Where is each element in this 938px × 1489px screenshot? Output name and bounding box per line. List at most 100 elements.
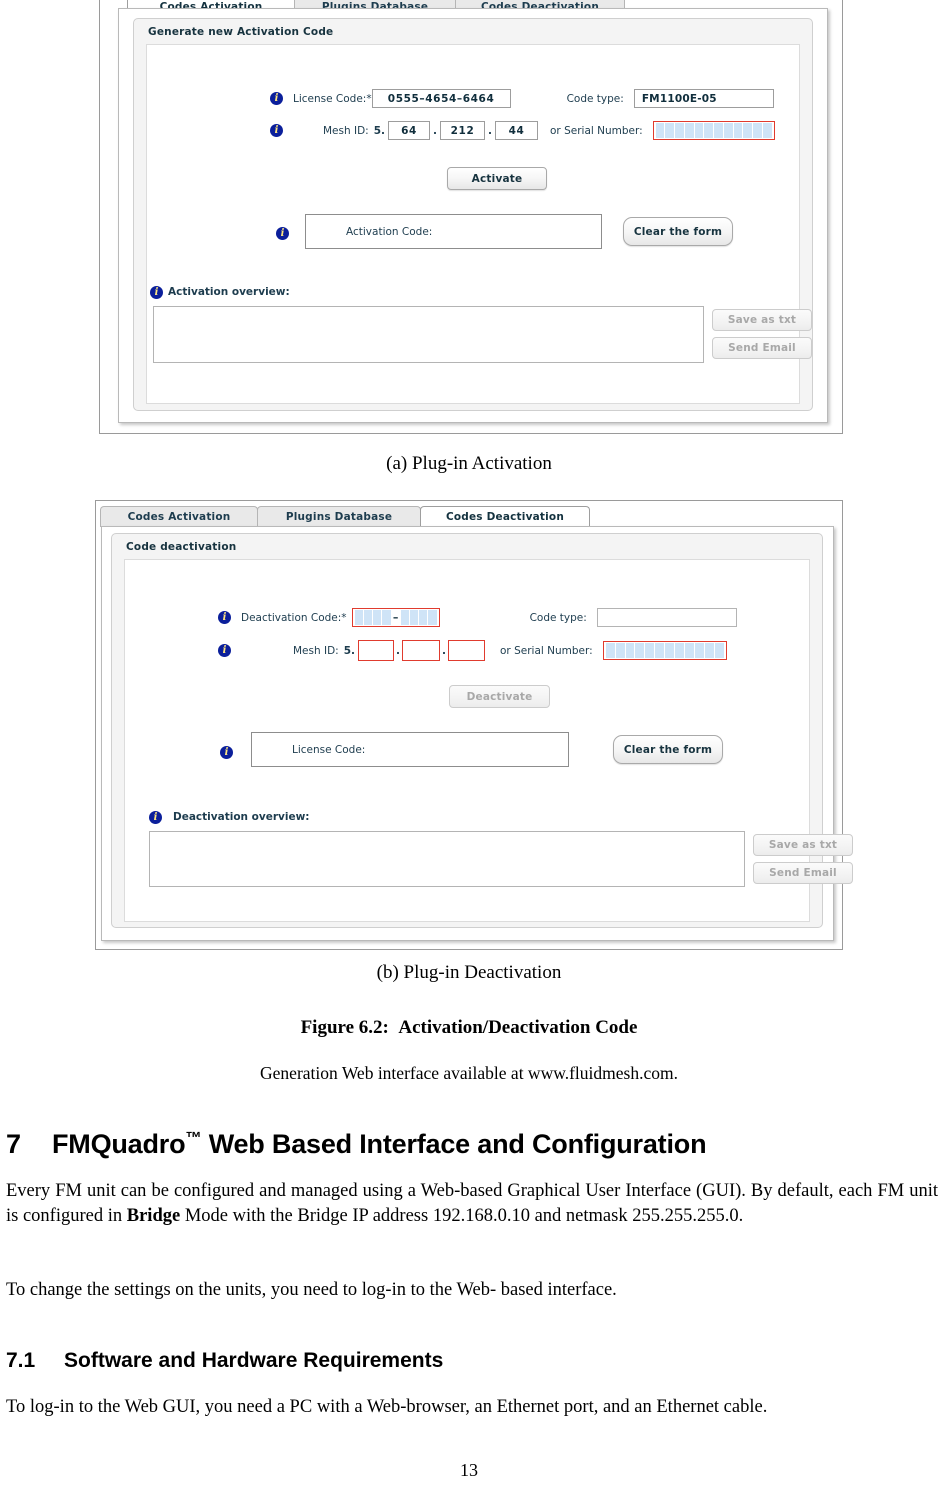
activation-panel-frame: Generate new Activation Code i License C… bbox=[118, 8, 828, 423]
mask-cell bbox=[665, 643, 675, 658]
activation-overview-textarea[interactable] bbox=[153, 306, 704, 363]
input-activation-code[interactable]: Activation Code: bbox=[305, 214, 602, 249]
tab-codes-activation[interactable]: Codes Activation bbox=[100, 506, 258, 527]
activate-button[interactable]: Activate bbox=[447, 167, 547, 190]
mask-cell bbox=[655, 123, 665, 138]
section-7-1-number: 7.1 bbox=[6, 1349, 36, 1372]
info-icon-activation-overview[interactable]: i bbox=[150, 286, 163, 299]
section-7-title-post: Web Based Interface and Configuration bbox=[201, 1129, 707, 1159]
mask-cell bbox=[354, 610, 363, 625]
section-7-number: 7 bbox=[6, 1129, 21, 1159]
screenshot-plugin-activation: Codes Activation Plugins Database Codes … bbox=[99, 0, 843, 434]
mesh-id-dot-2: . bbox=[442, 644, 446, 657]
label-mesh-id: Mesh ID: bbox=[293, 644, 339, 657]
input-mesh-id-octet4[interactable] bbox=[448, 640, 485, 661]
input-mesh-id-octet3[interactable]: 212 bbox=[440, 121, 485, 140]
mask-cell bbox=[733, 123, 743, 138]
mask-cell bbox=[400, 610, 409, 625]
info-icon-activation-code[interactable]: i bbox=[276, 227, 289, 240]
save-as-txt-button[interactable]: Save as txt bbox=[712, 309, 812, 331]
mask-cell bbox=[675, 123, 684, 138]
clear-the-form-button[interactable]: Clear the form bbox=[613, 735, 723, 764]
generate-activation-code-card: Generate new Activation Code i License C… bbox=[133, 18, 813, 411]
paragraph-1-bold-bridge: Bridge bbox=[126, 1206, 181, 1226]
info-icon-mesh-id[interactable]: i bbox=[270, 124, 283, 137]
mask-cell bbox=[409, 610, 419, 625]
mask-cell bbox=[419, 610, 428, 625]
label-mesh-id: Mesh ID: bbox=[323, 124, 369, 137]
figure-caption: Figure 6.2: Activation/Deactivation Code bbox=[0, 1017, 938, 1039]
trademark-symbol: ™ bbox=[185, 1129, 202, 1147]
mask-cell bbox=[743, 123, 753, 138]
mask-cell bbox=[723, 123, 733, 138]
mesh-id-dot-1: . bbox=[396, 644, 400, 657]
section-7-heading: 7 FMQuadro™ Web Based Interface and Confi… bbox=[6, 1129, 707, 1160]
input-mesh-id-octet4[interactable]: 44 bbox=[495, 121, 538, 140]
mask-cell bbox=[655, 643, 665, 658]
row-mesh-id: i Mesh ID: 5. . . or Serial Number: bbox=[125, 640, 809, 661]
input-license-code[interactable]: License Code: bbox=[251, 732, 569, 767]
figure-title: Activation/Deactivation Code bbox=[398, 1017, 638, 1038]
info-icon-mesh-id[interactable]: i bbox=[218, 644, 231, 657]
mesh-id-prefix: 5. bbox=[373, 124, 385, 137]
mask-cell bbox=[704, 123, 714, 138]
mask-cell bbox=[753, 123, 762, 138]
row-deactivation-code: i Deactivation Code:* – Code type: bbox=[125, 608, 809, 627]
paragraph-1-part-b: Mode with the Bridge IP address 192.168.… bbox=[180, 1206, 744, 1226]
mask-cell bbox=[373, 610, 382, 625]
label-activation-overview: Activation overview: bbox=[168, 286, 290, 298]
label-license-code: License Code:* bbox=[293, 92, 372, 105]
deactivate-button[interactable]: Deactivate bbox=[449, 685, 550, 708]
input-mesh-id-octet2[interactable]: 64 bbox=[388, 121, 430, 140]
deactivation-form-body: i Deactivation Code:* – Code type: i Mes… bbox=[124, 559, 853, 922]
input-mesh-id-octet2[interactable] bbox=[358, 640, 394, 661]
mask-cell bbox=[694, 123, 704, 138]
card-title-code-deactivation: Code deactivation bbox=[126, 541, 237, 553]
row-mesh-id: i Mesh ID: 5. 64 . 212 . 44 or Serial Nu… bbox=[147, 121, 799, 140]
card-title-generate-activation-code: Generate new Activation Code bbox=[148, 26, 334, 38]
info-icon-license-code[interactable]: i bbox=[270, 92, 283, 105]
tab-strip-deactivation: Codes Activation Plugins Database Codes … bbox=[100, 505, 600, 527]
clear-the-form-button[interactable]: Clear the form bbox=[623, 217, 733, 246]
mask-cell bbox=[363, 610, 373, 625]
input-deactivation-code[interactable]: – bbox=[351, 608, 440, 627]
section-7-1-paragraph-1: To log-in to the Web GUI, you need a PC … bbox=[6, 1397, 768, 1417]
license-code-placeholder: License Code: bbox=[292, 743, 366, 756]
screenshot-plugin-deactivation: Codes Activation Plugins Database Codes … bbox=[95, 500, 853, 950]
deactivation-overview-textarea[interactable] bbox=[149, 831, 745, 887]
section-7-paragraph-2: To change the settings on the units, you… bbox=[6, 1280, 617, 1300]
mask-cell bbox=[714, 643, 724, 658]
mask-cell bbox=[635, 643, 645, 658]
input-code-type[interactable]: FM1100E-05 bbox=[633, 89, 774, 108]
mask-cell bbox=[762, 123, 772, 138]
info-icon-license-code[interactable]: i bbox=[220, 746, 233, 759]
section-7-1-heading: 7.1 Software and Hardware Requirements bbox=[6, 1349, 443, 1373]
send-email-button[interactable]: Send Email bbox=[712, 337, 812, 359]
figure-label: Figure 6.2: bbox=[300, 1017, 389, 1038]
deactivation-code-dash: – bbox=[392, 611, 399, 624]
activation-form-body: i License Code:* 0555–4654–6464 Code typ… bbox=[146, 44, 812, 404]
info-icon-deactivation-code[interactable]: i bbox=[218, 611, 231, 624]
input-serial-number[interactable] bbox=[652, 121, 775, 140]
tab-codes-deactivation[interactable]: Codes Deactivation bbox=[420, 506, 590, 527]
figure-a-caption: (a) Plug-in Activation bbox=[386, 453, 552, 474]
label-deactivation-overview: Deactivation overview: bbox=[173, 811, 310, 823]
save-as-txt-button[interactable]: Save as txt bbox=[753, 834, 853, 856]
input-code-type[interactable] bbox=[596, 608, 737, 627]
label-code-type: Code type: bbox=[566, 92, 624, 105]
input-license-code[interactable]: 0555–4654–6464 bbox=[371, 89, 511, 108]
mask-cell bbox=[684, 123, 694, 138]
send-email-button[interactable]: Send Email bbox=[753, 862, 853, 884]
mask-cell bbox=[665, 123, 675, 138]
info-icon-deactivation-overview[interactable]: i bbox=[149, 811, 162, 824]
label-deactivation-code: Deactivation Code:* bbox=[241, 611, 347, 624]
figure-b-caption: (b) Plug-in Deactivation bbox=[376, 962, 562, 983]
mask-cell bbox=[428, 610, 437, 625]
label-serial-number: or Serial Number: bbox=[550, 124, 643, 137]
label-serial-number: or Serial Number: bbox=[500, 644, 593, 657]
code-deactivation-card: Code deactivation i Deactivation Code:* … bbox=[111, 533, 853, 928]
tab-plugins-database[interactable]: Plugins Database bbox=[257, 506, 421, 527]
input-serial-number[interactable] bbox=[602, 641, 727, 660]
input-mesh-id-octet3[interactable] bbox=[402, 640, 440, 661]
row-license-code: i License Code:* 0555–4654–6464 Code typ… bbox=[147, 89, 799, 108]
